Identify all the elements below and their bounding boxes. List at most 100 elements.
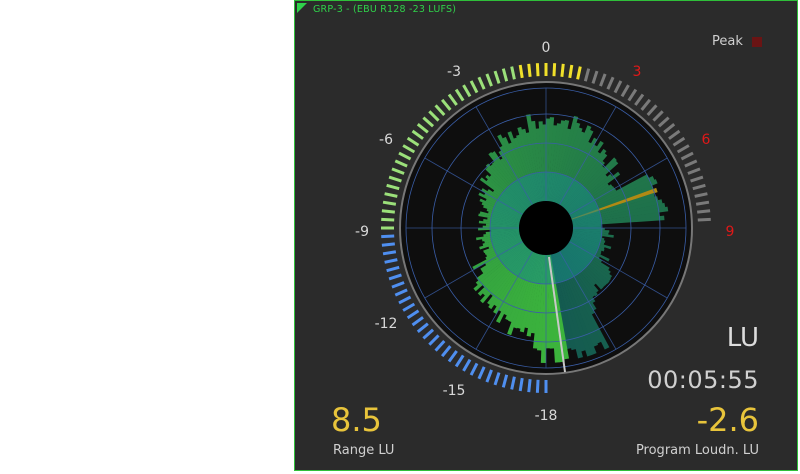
scale-segment	[697, 217, 711, 222]
scale-segment	[627, 88, 638, 102]
tick-label-minus-3: -3	[447, 64, 461, 80]
scale-segment	[477, 366, 486, 380]
scale-segment	[402, 144, 416, 154]
scale-segment	[599, 73, 607, 87]
scale-segment	[518, 377, 524, 392]
scale-segment	[434, 104, 446, 117]
scale-segment	[518, 64, 524, 79]
scale-segment	[676, 144, 690, 154]
scale-segment	[485, 73, 493, 87]
program-loudness-label: Program Loudn. LU	[635, 443, 759, 458]
scale-segment	[697, 209, 711, 214]
scale-segment	[469, 362, 479, 376]
scale-segment	[501, 374, 509, 388]
scale-segment	[657, 116, 670, 128]
scale-segment	[510, 66, 516, 80]
scale-segment	[485, 369, 493, 383]
scale-segment	[527, 379, 532, 393]
scale-segment	[416, 122, 429, 134]
scale-segment	[447, 93, 458, 106]
scale-segment	[384, 192, 398, 198]
scale-segment	[493, 372, 501, 386]
scale-segment	[668, 129, 681, 140]
scale-segment	[552, 63, 557, 77]
scale-segment	[447, 350, 458, 363]
scale-segment	[398, 151, 412, 161]
scale-segment	[510, 376, 516, 390]
loudness-range-value: 8.5	[331, 401, 382, 439]
scale-segment	[690, 175, 704, 183]
scale-segment	[422, 328, 435, 340]
scale-segment	[672, 136, 686, 147]
tick-label-minus-18: -18	[535, 408, 558, 424]
tick-label-6: 6	[702, 132, 711, 148]
scale-segment	[646, 104, 658, 117]
scale-segment	[388, 175, 402, 183]
scale-segment	[440, 345, 452, 358]
scale-segment	[406, 309, 420, 320]
scale-segment	[454, 88, 465, 102]
scale-segment	[416, 322, 429, 334]
scale-segment	[692, 183, 706, 191]
scale-segment	[381, 234, 395, 239]
scale-segment	[527, 63, 532, 77]
tick-label-0: 0	[542, 40, 551, 56]
tick-label-minus-9: -9	[355, 224, 369, 240]
scale-segment	[454, 354, 465, 368]
scale-segment	[411, 129, 424, 140]
scale-segment	[428, 334, 440, 346]
tick-label-minus-6: -6	[379, 132, 393, 148]
scale-segment	[382, 200, 397, 206]
loudness-range-label: Range LU	[333, 443, 395, 458]
tick-label-3: 3	[633, 64, 642, 80]
meter-center-hole	[519, 201, 573, 255]
scale-segment	[695, 200, 710, 206]
scale-segment	[663, 122, 676, 134]
scale-segment	[434, 339, 446, 352]
scale-segment	[428, 110, 440, 122]
scale-segment	[634, 93, 645, 106]
scale-segment	[381, 242, 395, 247]
scale-segment	[694, 192, 708, 198]
scale-segment	[560, 63, 565, 77]
program-loudness-value: -2.6	[696, 401, 759, 439]
scale-segment	[684, 159, 698, 168]
scale-segment	[613, 80, 623, 94]
scale-segment	[382, 250, 397, 256]
scale-segment	[535, 379, 540, 393]
scale-segment	[652, 110, 664, 122]
scale-segment	[411, 316, 424, 327]
scale-segment	[394, 288, 408, 297]
elapsed-time: 00:05:55	[647, 366, 759, 394]
scale-segment	[462, 358, 472, 372]
scale-segment	[469, 80, 479, 94]
scale-segment	[388, 273, 402, 281]
scale-segment	[583, 68, 591, 82]
scale-segment	[422, 116, 435, 128]
scale-segment	[640, 98, 652, 111]
scale-segment	[406, 136, 420, 147]
scale-segment	[381, 217, 395, 222]
scale-segment	[386, 265, 400, 273]
scale-segment	[680, 151, 694, 161]
scale-segment	[620, 84, 630, 98]
scale-segment	[591, 70, 599, 84]
scale-segment	[535, 63, 540, 77]
scale-segment	[606, 76, 615, 90]
scale-segment	[391, 281, 405, 289]
scale-segment	[381, 209, 395, 214]
scale-segment	[398, 295, 412, 305]
scale-segment	[568, 64, 574, 79]
loudness-meter-panel: GRP-3 - (EBU R128 -23 LUFS) Peak 0 3 6 9…	[294, 0, 798, 471]
scale-segment	[501, 68, 509, 82]
scale-segment	[440, 98, 452, 111]
scale-segment	[384, 258, 398, 264]
tick-label-minus-12: -12	[375, 316, 398, 332]
tick-label-9: 9	[726, 224, 735, 240]
scale-segment	[687, 167, 701, 175]
tick-label-minus-15: -15	[443, 383, 466, 399]
scale-segment	[394, 159, 408, 168]
scale-segment	[576, 66, 582, 80]
scale-segment	[462, 84, 472, 98]
scale-segment	[402, 302, 416, 312]
